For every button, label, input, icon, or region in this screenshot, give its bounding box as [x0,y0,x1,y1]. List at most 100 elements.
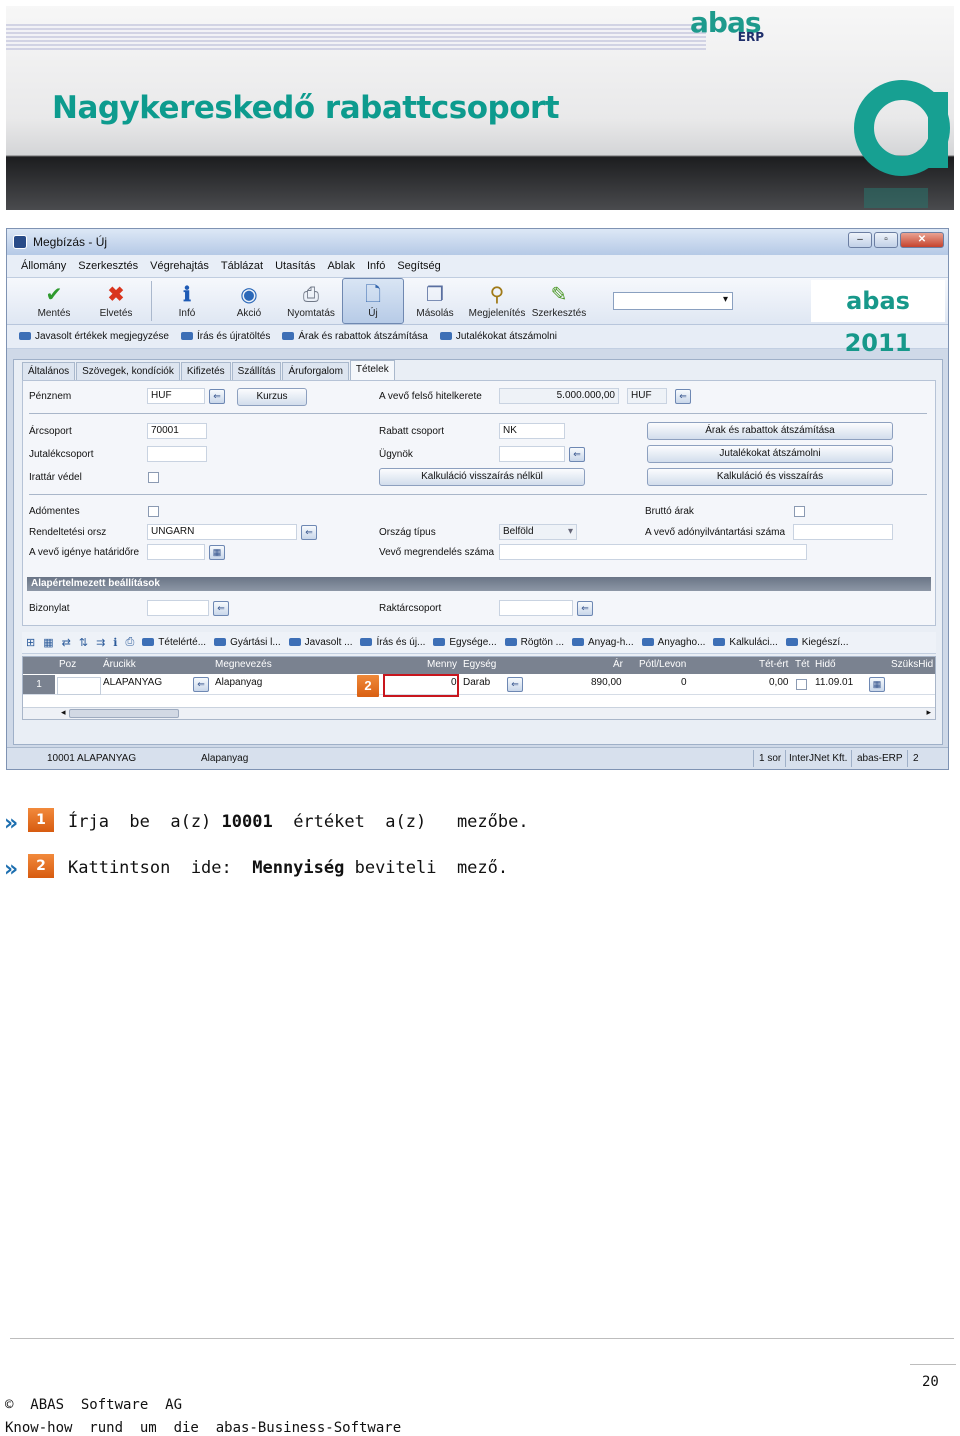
agent-lookup-icon[interactable]: ⇐ [569,447,585,462]
tab-szallitas[interactable]: Szállítás [231,362,282,380]
requested-date-field[interactable] [147,544,205,560]
grid-tool-kiegeszito[interactable]: Kiegészí... [785,637,848,648]
action-link-suggested[interactable]: Javasolt értékek megjegyzése [19,331,169,342]
menu-item-tablazat[interactable]: Táblázat [221,260,263,272]
grid-tool-kalkulacio[interactable]: Kalkuláci... [713,637,778,648]
save-button[interactable]: ✔ Mentés [23,278,85,324]
action-link-write-reload[interactable]: Írás és újratöltés [180,331,270,342]
grid-tool-iras[interactable]: Írás és új... [360,637,425,648]
calc-without-writeback-button[interactable]: Kalkuláció visszaírás nélkül [379,468,585,486]
display-button[interactable]: ⚲ Megjelenítés [466,278,528,324]
rate-button[interactable]: Kurzus [237,388,307,406]
tab-aruforgalom[interactable]: Áruforgalom [282,362,349,380]
price-group-field[interactable]: 70001 [147,423,207,439]
col-header-szukshid[interactable]: SzüksHid [891,659,933,670]
grid-tool-anyagho[interactable]: Anyagho... [641,637,705,648]
country-type-select[interactable]: Belföld ▾ [499,524,577,540]
warehouse-group-field[interactable] [499,600,573,616]
cell-hido[interactable]: 11.09.01 [815,677,853,688]
cell-potl[interactable]: 0 [681,677,687,688]
country-lookup-icon[interactable]: ⇐ [301,525,317,540]
grid-tool-egysege[interactable]: Egysége... [433,637,497,648]
cell-ar[interactable]: 890,00 [591,677,622,688]
date-calendar-icon[interactable]: ▦ [869,677,885,692]
grid-tool-rogton[interactable]: Rögtön ... [504,637,564,648]
close-icon[interactable]: ✕ [900,232,944,248]
grid-print-icon[interactable]: ⎙ [125,636,134,649]
grid-tool-tetelertek[interactable]: Tételérté... [142,637,206,648]
tax-exempt-checkbox[interactable] [148,506,159,517]
horizontal-scrollbar[interactable]: ◂ ▸ [23,707,935,719]
article-lookup-icon[interactable]: ⇐ [193,677,209,692]
scrollbar-thumb[interactable] [69,709,179,718]
toolbar-combobox[interactable] [613,292,733,310]
col-header-ar[interactable]: Ár [613,659,623,670]
col-header-potl[interactable]: Pótl/Levon [639,659,686,670]
tab-szovegek[interactable]: Szövegek, kondíciók [76,362,180,380]
cell-egyseg[interactable]: Darab [463,677,490,688]
calendar-icon[interactable]: ▦ [209,545,225,560]
grid-tool-gyartasi[interactable]: Gyártási l... [214,637,281,648]
col-header-hido[interactable]: Hidő [815,659,836,670]
col-header-megnevezes[interactable]: Megnevezés [215,659,272,670]
action-link-recalc-prices[interactable]: Árak és rabattok átszámítása [282,331,428,342]
menu-item-utasitas[interactable]: Utasítás [275,260,315,272]
discount-group-field[interactable]: NK [499,423,565,439]
menu-item-vegrehajtas[interactable]: Végrehajtás [150,260,209,272]
quantity-field-highlight[interactable] [383,674,459,697]
new-button[interactable]: 🗋 Új [342,278,404,324]
col-header-poz[interactable]: Poz [59,659,76,670]
col-header-tet[interactable]: Tét [795,659,809,670]
scroll-right-icon[interactable]: ▸ [926,707,931,718]
copy-button[interactable]: ❐ Másolás [404,278,466,324]
customer-order-field[interactable] [499,544,807,560]
cell-tetert[interactable]: 0,00 [769,677,788,688]
document-field[interactable] [147,600,209,616]
tax-number-field[interactable] [793,524,893,540]
calc-writeback-button[interactable]: Kalkuláció és visszaírás [647,468,893,486]
tab-kifizetes[interactable]: Kifizetés [180,362,231,380]
currency-lookup-icon[interactable]: ⇐ [209,389,225,404]
grid-tool-javasolt[interactable]: Javasolt ... [288,637,352,648]
table-row[interactable]: 1 ALAPANYAG ⇐ Alapanyag 0 Darab ⇐ 890,00… [23,675,935,695]
maximize-icon[interactable]: ▫ [874,232,898,248]
archive-protection-checkbox[interactable] [148,472,159,483]
grid-paste-icon[interactable]: ⇉ [96,636,105,649]
menu-item-allomany[interactable]: Állomány [21,260,66,272]
grid-table-icon[interactable]: ▦ [43,636,53,649]
currency-field[interactable]: HUF [147,388,205,404]
col-header-menny[interactable]: Menny [427,659,457,670]
warehouse-lookup-icon[interactable]: ⇐ [577,601,593,616]
destination-country-field[interactable]: UNGARN [147,524,297,540]
menu-item-segitseg[interactable]: Segítség [397,260,440,272]
document-lookup-icon[interactable]: ⇐ [213,601,229,616]
cell-poz[interactable] [57,677,101,695]
tab-altalanos[interactable]: Általános [22,362,76,380]
grid-add-icon[interactable]: ⊞ [26,636,35,649]
discard-button[interactable]: ✖ Elvetés [85,278,147,324]
cell-arucikk[interactable]: ALAPANYAG [103,677,162,688]
menu-item-ablak[interactable]: Ablak [327,260,355,272]
tab-tetelek[interactable]: Tételek [349,360,395,380]
col-header-tetert[interactable]: Tét-ért [759,659,788,670]
credit-lookup-icon[interactable]: ⇐ [675,389,691,404]
commission-group-field[interactable] [147,446,207,462]
unit-lookup-icon[interactable]: ⇐ [507,677,523,692]
print-button[interactable]: ⎙ Nyomtatás [280,278,342,324]
action-link-recalc-commission[interactable]: Jutalékokat átszámolni [439,331,557,342]
menu-item-szerkesztes[interactable]: Szerkesztés [78,260,138,272]
col-header-egyseg[interactable]: Egység [463,659,496,670]
gross-prices-checkbox[interactable] [794,506,805,517]
grid-info-icon[interactable]: ℹ [113,636,117,649]
grid-move-icon[interactable]: ⇄ [62,636,71,649]
recalc-prices-button[interactable]: Árak és rabattok átszámítása [647,422,893,440]
recalc-commission-button[interactable]: Jutalékokat átszámolni [647,445,893,463]
edit-button[interactable]: ✎ Szerkesztés [528,278,590,324]
agent-field[interactable] [499,446,565,462]
minimize-icon[interactable]: – [848,232,872,248]
grid-tool-anyag-h[interactable]: Anyag-h... [572,637,634,648]
scroll-left-icon[interactable]: ◂ [61,707,66,718]
info-button[interactable]: ℹ Infó [156,278,218,324]
cell-megnevezes[interactable]: Alapanyag [215,677,262,688]
grid-insert-icon[interactable]: ⇅ [79,636,88,649]
